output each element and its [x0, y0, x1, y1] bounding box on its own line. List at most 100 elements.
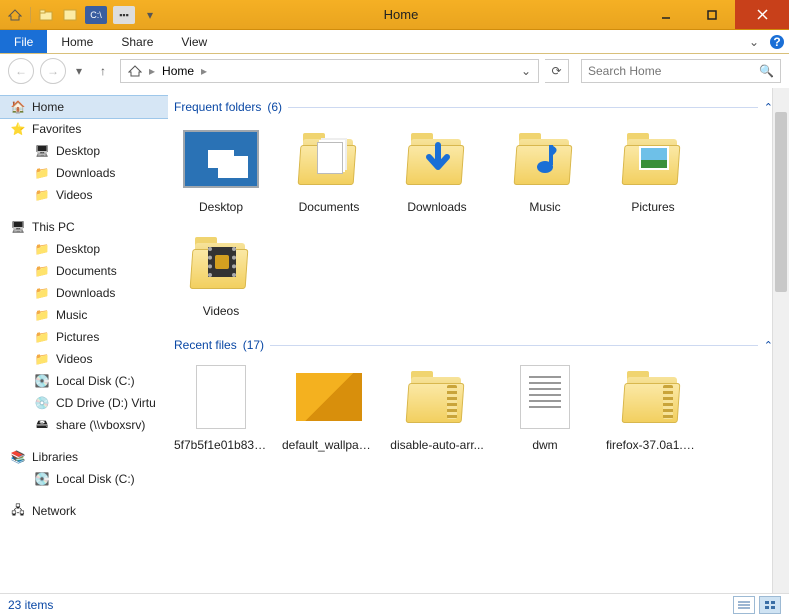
blank-file-icon: [196, 365, 246, 429]
breadcrumb-separator[interactable]: ▸: [149, 64, 155, 78]
tree-label: Downloads: [56, 166, 115, 180]
tree-network[interactable]: 🖧Network: [0, 500, 168, 522]
network-icon: 🖧: [10, 503, 26, 519]
tab-home[interactable]: Home: [47, 30, 107, 53]
history-dropdown-icon[interactable]: ▾: [72, 64, 86, 78]
qat-dropdown-icon[interactable]: ▾: [141, 6, 159, 24]
maximize-button[interactable]: [689, 0, 735, 29]
tree-pc-desktop[interactable]: 📁 Desktop: [0, 238, 168, 260]
star-icon: ⭐: [10, 121, 26, 137]
qat-home-icon[interactable]: [6, 6, 24, 24]
tree-label: Desktop: [56, 144, 100, 158]
view-icons-button[interactable]: [759, 596, 781, 614]
tile-recent-zip[interactable]: firefox-37.0a1.en...: [606, 362, 700, 452]
tree-pc-cdrive[interactable]: 💽Local Disk (C:): [0, 370, 168, 392]
minimize-button[interactable]: [643, 0, 689, 29]
tile-recent-textdoc[interactable]: dwm: [498, 362, 592, 452]
tree-favorites[interactable]: ⭐ Favorites: [0, 118, 168, 140]
tree-label: Desktop: [56, 242, 100, 256]
refresh-button[interactable]: ⟳: [545, 59, 569, 83]
folder-videos-icon: [191, 237, 251, 289]
folder-icon: 📁: [34, 165, 50, 181]
tree-pc-downloads[interactable]: 📁 Downloads: [0, 282, 168, 304]
home-icon: 🏠: [10, 99, 26, 115]
tab-view[interactable]: View: [167, 30, 221, 53]
address-bar[interactable]: ▸ Home ▸ ⌄: [120, 59, 539, 83]
search-input[interactable]: [588, 64, 759, 78]
breadcrumb-separator[interactable]: ▸: [201, 64, 207, 78]
qat-newfolder-icon[interactable]: [37, 6, 55, 24]
tile-documents[interactable]: Documents: [282, 124, 376, 214]
tree-pc-videos[interactable]: 📁Videos: [0, 348, 168, 370]
folder-icon: 📁: [34, 241, 50, 257]
tile-label: 5f7b5f1e01b8376...: [174, 438, 268, 452]
qat-cmd2-icon[interactable]: ▪▪▪: [113, 6, 135, 24]
group-frequent-header[interactable]: Frequent folders (6) ⌃: [174, 100, 779, 114]
zip-folder-icon: [407, 371, 467, 423]
tree-label: Libraries: [32, 450, 78, 464]
tree-pc-documents[interactable]: 📁Documents: [0, 260, 168, 282]
tile-label: Videos: [203, 304, 239, 318]
tree-fav-videos[interactable]: 📁 Videos: [0, 184, 168, 206]
search-icon[interactable]: 🔍: [759, 64, 774, 78]
desktop-icon: [183, 130, 259, 188]
tree-label: Downloads: [56, 286, 115, 300]
tree-fav-downloads[interactable]: 📁 Downloads: [0, 162, 168, 184]
tree-label: Music: [56, 308, 87, 322]
tree-label: Documents: [56, 264, 117, 278]
tile-recent-zip[interactable]: disable-auto-arr...: [390, 362, 484, 452]
tree-libraries[interactable]: 📚Libraries: [0, 446, 168, 468]
search-box[interactable]: 🔍: [581, 59, 781, 83]
tree-pc-cddrive[interactable]: 💿CD Drive (D:) Virtu: [0, 392, 168, 414]
tree-label: Local Disk (C:): [56, 374, 135, 388]
scrollbar-thumb[interactable]: [775, 112, 787, 292]
addressbar-dropdown-icon[interactable]: ⌄: [518, 64, 534, 78]
tree-label: Videos: [56, 188, 92, 202]
tab-share[interactable]: Share: [107, 30, 167, 53]
tile-recent-file[interactable]: 5f7b5f1e01b8376...: [174, 362, 268, 452]
tile-music[interactable]: Music: [498, 124, 592, 214]
back-button[interactable]: ←: [8, 58, 34, 84]
body: 🏠Home ⭐Favorites 🖥Desktop 📁Downloads 📁Vi…: [0, 88, 789, 593]
tile-desktop[interactable]: Desktop: [174, 124, 268, 214]
tree-label: Home: [32, 100, 64, 114]
tile-downloads[interactable]: Downloads: [390, 124, 484, 214]
forward-button[interactable]: →: [40, 58, 66, 84]
tree-pc-music[interactable]: 📁Music: [0, 304, 168, 326]
file-tab[interactable]: File: [0, 30, 47, 53]
ribbon: File Home Share View ⌄ ?: [0, 30, 789, 54]
ribbon-collapse-icon[interactable]: ⌄: [743, 30, 765, 53]
help-button[interactable]: ?: [765, 30, 789, 53]
breadcrumb-item[interactable]: Home: [159, 64, 197, 78]
status-text: 23 items: [8, 598, 53, 612]
folder-icon: 📁: [34, 329, 50, 345]
tile-pictures[interactable]: Pictures: [606, 124, 700, 214]
up-button[interactable]: ↑: [92, 60, 114, 82]
tree-thispc[interactable]: 🖥This PC: [0, 216, 168, 238]
breadcrumb-home-icon[interactable]: [125, 64, 145, 78]
tree-fav-desktop[interactable]: 🖥Desktop: [0, 140, 168, 162]
tree-pc-pictures[interactable]: 📁Pictures: [0, 326, 168, 348]
folder-icon: 📁: [34, 187, 50, 203]
folder-documents-icon: [299, 133, 359, 185]
close-button[interactable]: [735, 0, 789, 29]
nav-row: ← → ▾ ↑ ▸ Home ▸ ⌄ ⟳ 🔍: [0, 54, 789, 88]
qat-properties-icon[interactable]: [61, 6, 79, 24]
tree-home[interactable]: 🏠 Home: [0, 96, 168, 118]
group-title-text: Recent files: [174, 338, 237, 352]
folder-icon: 📁: [34, 285, 50, 301]
quick-access-toolbar: C:\ ▪▪▪ ▾: [6, 6, 159, 24]
group-recent-header[interactable]: Recent files (17) ⌃: [174, 338, 779, 352]
group-count: (17): [243, 338, 264, 352]
qat-cmd-icon[interactable]: C:\: [85, 6, 107, 24]
tree-label: Favorites: [32, 122, 81, 136]
window-buttons: [643, 0, 789, 29]
view-details-button[interactable]: [733, 596, 755, 614]
pc-icon: 🖥: [10, 219, 26, 235]
tile-recent-image[interactable]: default_wallpape...: [282, 362, 376, 452]
tree-lib-cdrive[interactable]: 💽Local Disk (C:): [0, 468, 168, 490]
status-bar: 23 items: [0, 593, 789, 615]
tree-pc-share[interactable]: 🖴share (\\vboxsrv): [0, 414, 168, 436]
tile-videos[interactable]: Videos: [174, 228, 268, 318]
scrollbar[interactable]: [772, 88, 789, 593]
